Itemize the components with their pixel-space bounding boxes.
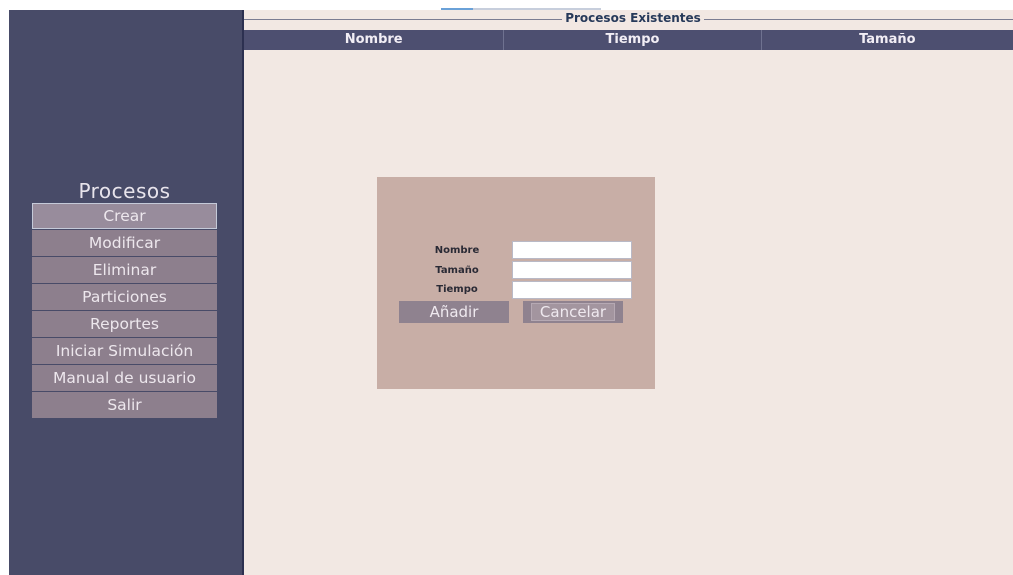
sidebar-menu: Crear Modificar Eliminar Particiones Rep…	[32, 203, 217, 419]
menu-item-reportes[interactable]: Reportes	[32, 311, 217, 337]
nombre-label: Nombre	[434, 245, 480, 256]
menu-item-eliminar[interactable]: Eliminar	[32, 257, 217, 283]
app-window: Procesos Crear Modificar Eliminar Partic…	[9, 8, 1013, 575]
nombre-field[interactable]	[512, 241, 632, 259]
add-button[interactable]: Añadir	[399, 301, 509, 323]
column-header-tiempo[interactable]: Tiempo	[504, 30, 762, 50]
processes-table-header: Nombre Tiempo Tamaño	[244, 30, 1013, 50]
menu-item-crear[interactable]: Crear	[32, 203, 217, 229]
panel-border-right	[704, 19, 1013, 20]
tab-indicator	[441, 8, 601, 10]
tamano-label: Tamaño	[435, 265, 479, 276]
tamano-field[interactable]	[512, 261, 632, 279]
column-header-nombre[interactable]: Nombre	[244, 30, 505, 50]
sidebar: Procesos Crear Modificar Eliminar Partic…	[9, 10, 242, 575]
cancel-button[interactable]: Cancelar	[523, 301, 623, 323]
tiempo-field[interactable]	[512, 281, 632, 299]
tiempo-label: Tiempo	[436, 284, 478, 295]
cancel-button-label: Cancelar	[539, 303, 607, 321]
menu-item-particiones[interactable]: Particiones	[32, 284, 217, 310]
panel-title: Procesos Existentes	[565, 11, 701, 25]
column-header-tamano[interactable]: Tamaño	[762, 30, 1013, 50]
menu-item-salir[interactable]: Salir	[32, 392, 217, 418]
main-panel: Procesos Existentes Nombre Tiempo Tamaño…	[244, 8, 1013, 575]
panel-border-left	[244, 19, 562, 20]
add-process-dialog: Nombre Tamaño Tiempo Añadir Cancelar	[377, 177, 655, 389]
menu-item-modificar[interactable]: Modificar	[32, 230, 217, 256]
menu-item-iniciar-simulacion[interactable]: Iniciar Simulación	[32, 338, 217, 364]
sidebar-title: Procesos	[78, 179, 171, 203]
menu-item-manual-usuario[interactable]: Manual de usuario	[32, 365, 217, 391]
